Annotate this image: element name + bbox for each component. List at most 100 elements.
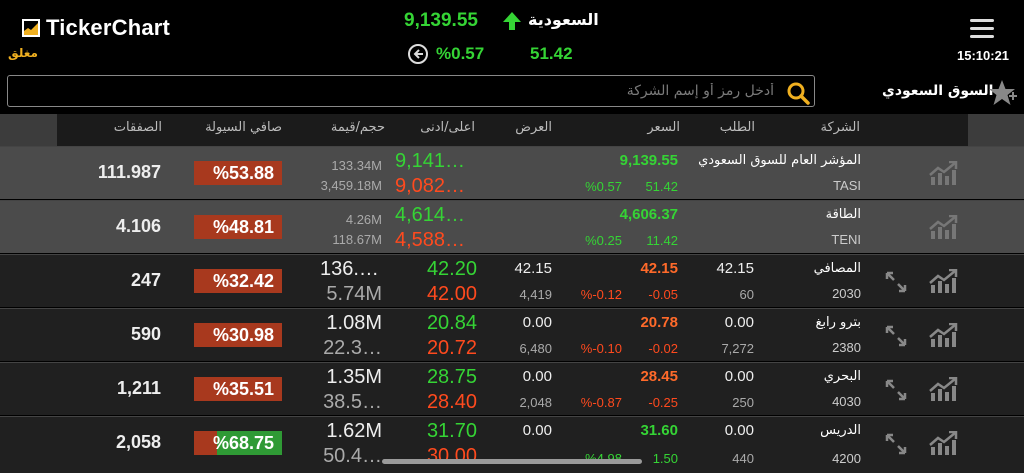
bid-qty: 60 — [739, 287, 754, 302]
change-percent: %-0.12 — [580, 287, 622, 302]
chart-line-icon[interactable] — [928, 377, 958, 403]
expand-icon[interactable] — [884, 324, 908, 348]
table-row[interactable]: الدريس 4200 0.00 440 31.60 %4.98 1.50 0.… — [0, 416, 1024, 473]
col-ask[interactable]: العرض — [497, 120, 552, 135]
value: 38.5… — [323, 391, 382, 413]
price: 42.15 — [640, 260, 678, 277]
change: -0.25 — [648, 395, 678, 410]
app-logo: TickerChart — [22, 15, 170, 41]
chart-line-icon[interactable] — [928, 269, 958, 295]
deals: 4.106 — [115, 216, 161, 236]
volume: 4.26M — [345, 212, 382, 227]
high: 4,614… — [395, 204, 466, 226]
logo-mark — [22, 19, 40, 37]
expand-icon[interactable] — [884, 378, 908, 402]
volume: 1.08M — [326, 312, 382, 334]
chart-line-icon[interactable] — [928, 431, 958, 457]
value: 3,459.18M — [320, 178, 382, 193]
col-net-liquidity[interactable]: صافي السيولة — [190, 120, 282, 135]
header-spacer-right — [968, 114, 1024, 146]
price: 20.78 — [640, 314, 678, 331]
change: -0.02 — [648, 341, 678, 356]
index-percent: %0.57 — [436, 44, 485, 63]
ask: 42.15 — [514, 260, 552, 277]
search-bar — [0, 72, 1024, 114]
volume: 136.… — [320, 258, 379, 280]
chart-line-icon[interactable] — [928, 323, 958, 349]
company-code: 4030 — [832, 394, 861, 409]
bid-qty: 250 — [732, 395, 754, 410]
value: 118.67M — [332, 232, 382, 247]
col-deals[interactable]: الصفقات — [90, 120, 162, 135]
value: 5.74M — [326, 283, 382, 305]
company-code: 2030 — [832, 286, 861, 301]
change-percent: %-0.10 — [580, 341, 622, 356]
index-value: 9,139.55 — [404, 10, 478, 31]
table-header: الشركة الطلب السعر العرض اعلى/ادنى حجم/ق… — [0, 114, 1024, 146]
low: 28.40 — [426, 391, 477, 413]
change-percent: %0.25 — [585, 233, 622, 248]
ask: 0.00 — [522, 368, 552, 385]
index-name: السعودية — [528, 10, 599, 29]
deals: 247 — [130, 270, 161, 290]
net-liquidity: %53.88 — [194, 161, 282, 185]
price: 9,139.55 — [619, 152, 678, 169]
col-company[interactable]: الشركة — [805, 120, 860, 135]
table-row[interactable]: الطاقة TENI 4,606.37 %0.25 11.42 4,614… … — [0, 200, 1024, 253]
index-change: 51.42 — [530, 44, 573, 63]
bid: 42.15 — [716, 260, 754, 277]
price: 4,606.37 — [619, 206, 678, 223]
low: 4,588… — [395, 229, 466, 251]
star-icon[interactable] — [987, 78, 1017, 108]
value: 22.3… — [323, 337, 382, 359]
col-price[interactable]: السعر — [625, 120, 680, 135]
home-indicator[interactable] — [382, 459, 642, 464]
net-liquidity: %32.42 — [194, 269, 282, 293]
table-row[interactable]: المؤشر العام للسوق السعودي TASI 9,139.55… — [0, 146, 1024, 199]
expand-icon[interactable] — [884, 432, 908, 456]
company-code: TENI — [831, 232, 861, 247]
high: 31.70 — [426, 420, 477, 442]
bid: 0.00 — [724, 422, 754, 439]
table-row[interactable]: بترو رابغ 2380 0.00 7,272 20.78 %-0.10 -… — [0, 308, 1024, 361]
ask-qty: 4,419 — [519, 287, 552, 302]
low: 42.00 — [426, 283, 477, 305]
change: 11.42 — [646, 233, 678, 248]
table-row[interactable]: المصافي 2030 42.15 60 42.15 %-0.12 -0.05… — [0, 254, 1024, 307]
change-percent: %-0.87 — [580, 395, 622, 410]
deals: 111.987 — [97, 162, 161, 182]
app-name: TickerChart — [46, 15, 171, 40]
col-volume-value[interactable]: حجم/قيمة — [310, 120, 385, 135]
market-selector[interactable]: السوق السعودي — [882, 83, 993, 99]
company-code: 2380 — [832, 340, 861, 355]
ask-qty: 2,048 — [519, 395, 552, 410]
deals: 2,058 — [115, 432, 161, 452]
table-row[interactable]: البحري 4030 0.00 250 28.45 %-0.87 -0.25 … — [0, 362, 1024, 415]
col-bid[interactable]: الطلب — [700, 120, 755, 135]
change: 51.42 — [645, 179, 678, 194]
high: 42.20 — [426, 258, 477, 280]
hamburger-menu-icon[interactable] — [970, 19, 994, 43]
ask: 0.00 — [522, 314, 552, 331]
low: 20.72 — [426, 337, 477, 359]
deals: 590 — [130, 324, 161, 344]
net-liquidity: %68.75 — [194, 431, 282, 455]
ask: 0.00 — [522, 422, 552, 439]
net-liquidity: %48.81 — [194, 215, 282, 239]
col-high-low[interactable]: اعلى/ادنى — [400, 120, 475, 135]
chart-line-icon[interactable] — [928, 161, 958, 187]
bid-qty: 7,272 — [721, 341, 754, 356]
low: 9,082… — [395, 175, 466, 197]
search-input[interactable] — [7, 75, 815, 107]
chart-line-icon[interactable] — [928, 215, 958, 241]
search-icon[interactable] — [786, 81, 810, 105]
net-liquidity: %30.98 — [194, 323, 282, 347]
expand-icon[interactable] — [884, 270, 908, 294]
high: 9,141… — [395, 150, 466, 172]
change: -0.05 — [648, 287, 678, 302]
circle-arrow-left-icon[interactable] — [408, 44, 428, 64]
price: 31.60 — [640, 422, 678, 439]
high: 28.75 — [426, 366, 477, 388]
company-code: TASI — [833, 178, 861, 193]
ask-qty: 6,480 — [519, 341, 552, 356]
